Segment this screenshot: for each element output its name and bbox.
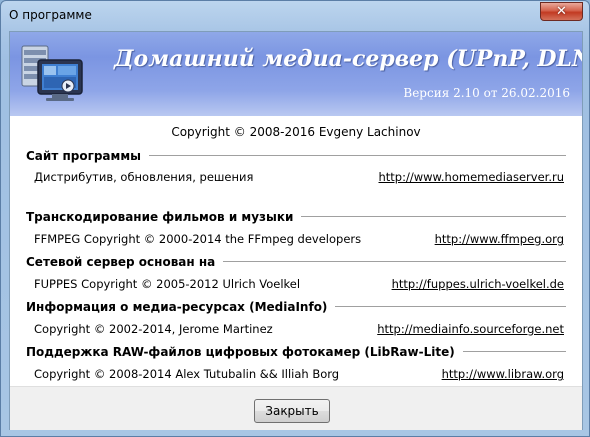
- title-bar[interactable]: О программе ✕: [1, 1, 589, 31]
- dialog-footer: Закрыть: [10, 386, 582, 430]
- about-content: Copyright © 2008-2016 Evgeny Lachinov Са…: [10, 116, 582, 386]
- section-heading-label: Сайт программы: [26, 149, 141, 163]
- section-heading-label: Поддержка RAW-файлов цифровых фотокамер …: [26, 345, 455, 359]
- dialog-client-area: Домашний медиа-сервер (UPnP, DLNA, Верси…: [9, 31, 583, 430]
- section-heading-network-server: Сетевой сервер основан на: [26, 255, 566, 269]
- close-icon: ✕: [556, 4, 567, 19]
- link-libraw[interactable]: http://www.libraw.org: [442, 367, 564, 381]
- section-divider: [149, 155, 566, 157]
- copyright-text: Copyright © 2008-2016 Evgeny Lachinov: [171, 125, 421, 139]
- close-button[interactable]: Закрыть: [254, 399, 330, 423]
- section-desc-website: Дистрибутив, обновления, решения: [34, 170, 254, 184]
- section-divider: [335, 306, 566, 308]
- about-dialog: О программе ✕ Домашний медиа-сервер (UPn…: [0, 0, 590, 437]
- link-fuppes[interactable]: http://fuppes.ulrich-voelkel.de: [392, 277, 564, 291]
- section-desc-fuppes: FUPPES Copyright © 2005-2012 Ulrich Voel…: [34, 277, 301, 291]
- section-desc-mediainfo: Copyright © 2002-2014, Jerome Martinez: [34, 322, 273, 336]
- section-heading-mediainfo: Информация о медиа-ресурсах (MediaInfo): [26, 300, 566, 314]
- media-server-logo-icon: [21, 45, 83, 101]
- link-mediainfo[interactable]: http://mediainfo.sourceforge.net: [377, 322, 564, 336]
- window-title: О программе: [9, 8, 92, 22]
- link-ffmpeg[interactable]: http://www.ffmpeg.org: [435, 232, 564, 246]
- product-title: Домашний медиа-сервер (UPnP, DLNA,: [114, 46, 582, 72]
- section-heading-label: Сетевой сервер основан на: [26, 255, 216, 269]
- section-heading-libraw: Поддержка RAW-файлов цифровых фотокамер …: [26, 345, 566, 359]
- header-banner: Домашний медиа-сервер (UPnP, DLNA, Верси…: [10, 32, 582, 116]
- section-heading-transcoding: Транскодирование фильмов и музыки: [26, 210, 566, 224]
- window-close-button[interactable]: ✕: [540, 2, 583, 21]
- link-website[interactable]: http://www.homemediaserver.ru: [379, 170, 565, 184]
- section-heading-label: Информация о медиа-ресурсах (MediaInfo): [26, 300, 328, 314]
- section-heading-label: Транскодирование фильмов и музыки: [26, 210, 294, 224]
- version-label: Версия 2.10 от 26.02.2016: [403, 86, 570, 100]
- section-heading-website: Сайт программы: [26, 149, 566, 163]
- section-desc-ffmpeg: FFMPEG Copyright © 2000-2014 the FFmpeg …: [34, 232, 362, 246]
- section-divider: [223, 261, 566, 263]
- section-divider: [462, 351, 566, 353]
- section-desc-libraw: Copyright © 2008-2014 Alex Tutubalin && …: [34, 367, 340, 381]
- section-divider: [301, 216, 566, 218]
